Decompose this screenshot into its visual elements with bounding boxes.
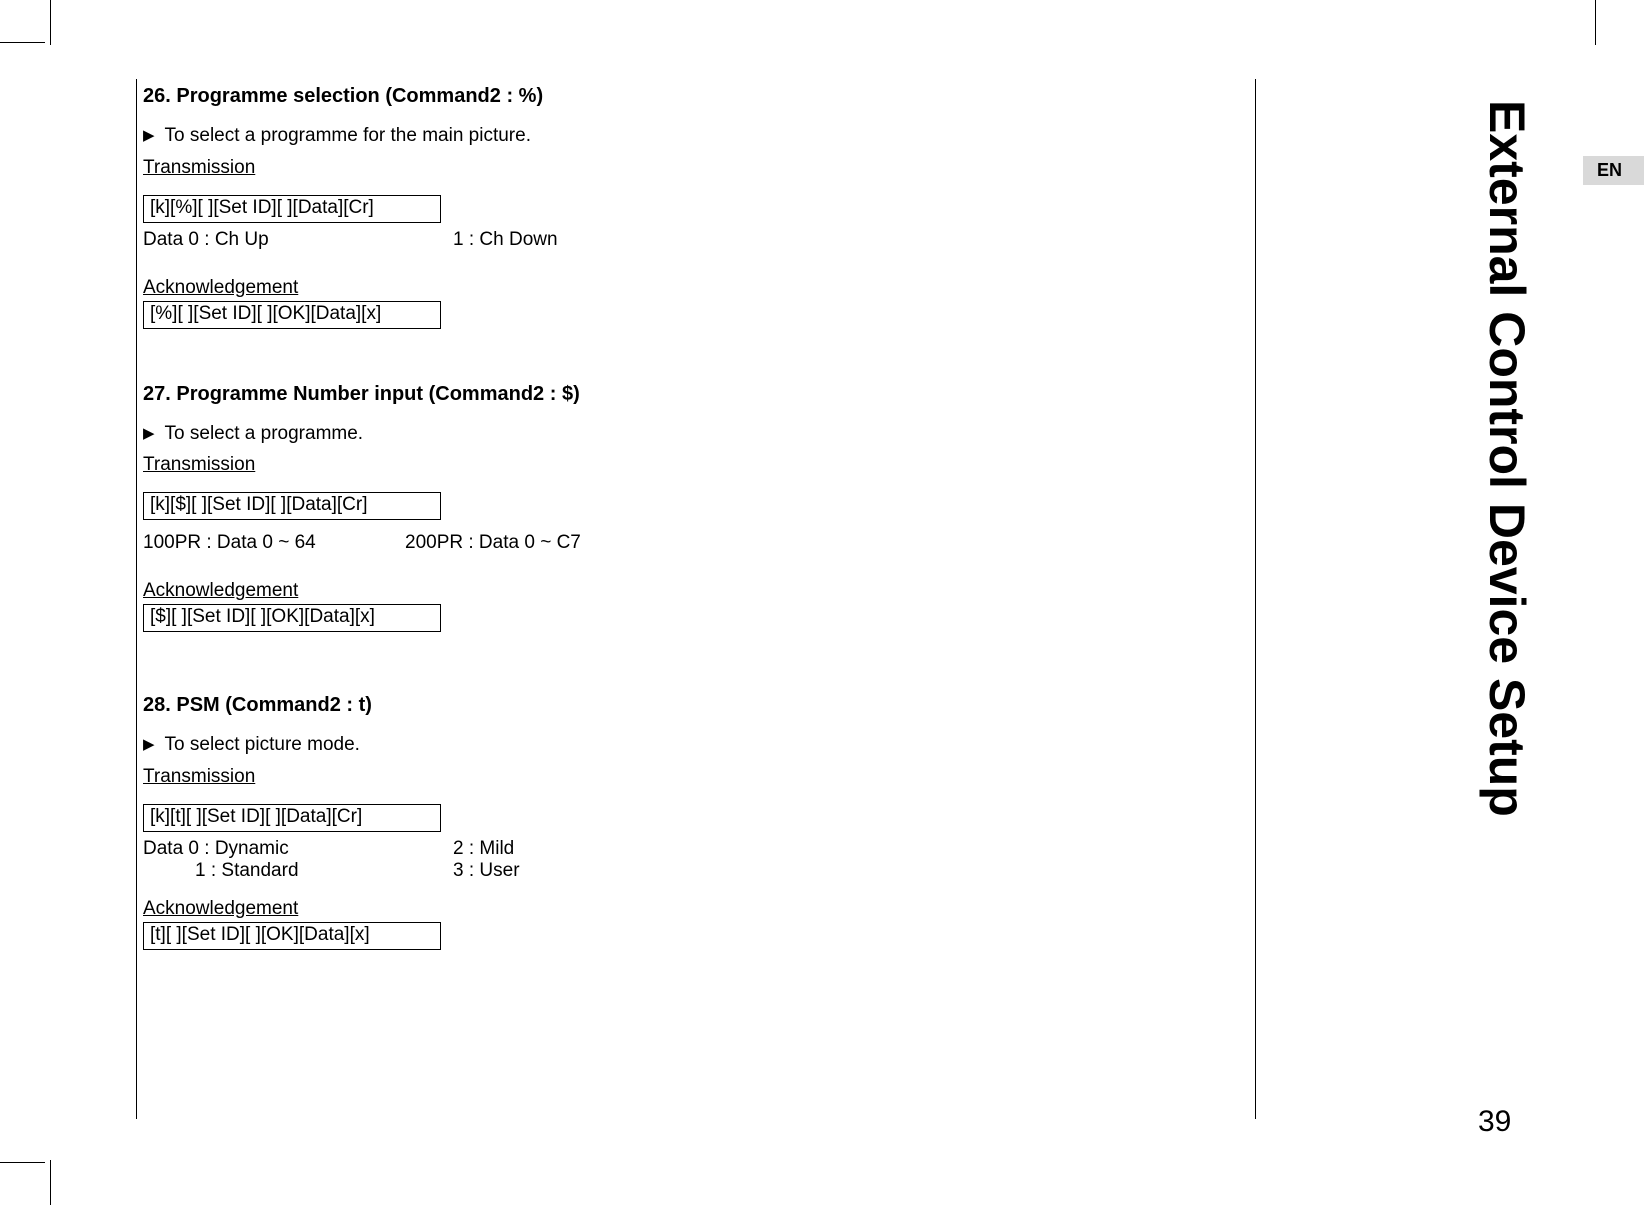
ack-command: [%][ ][Set ID][ ][OK][Data][x] [143, 301, 441, 329]
section-desc-row: ▶ To select a programme for the main pic… [143, 124, 1235, 149]
triangle-icon: ▶ [143, 424, 155, 442]
section-desc: To select picture mode. [165, 733, 360, 758]
data-right: 2 : Mild [453, 838, 514, 860]
section-26: 26. Programme selection (Command2 : %) ▶… [143, 85, 1235, 329]
section-27: 27. Programme Number input (Command2 : $… [143, 383, 1235, 633]
data-right: 3 : User [453, 860, 520, 882]
page-side-title: External Control Device Setup [1478, 100, 1536, 817]
section-title: 26. Programme selection (Command2 : %) [143, 85, 1235, 108]
data-left: Data 0 : Dynamic [143, 838, 453, 860]
data-left: 1 : Standard [143, 860, 453, 882]
section-desc-row: ▶ To select picture mode. [143, 733, 1235, 758]
data-left: 100PR : Data 0 ~ 64 [143, 532, 405, 554]
data-row: Data 0 : Dynamic 2 : Mild [143, 838, 1235, 860]
data-row: 1 : Standard 3 : User [143, 860, 1235, 882]
section-title: 27. Programme Number input (Command2 : $… [143, 383, 1235, 406]
crop-mark [50, 1160, 51, 1205]
ack-label: Acknowledgement [143, 277, 298, 299]
page-number: 39 [1478, 1105, 1511, 1139]
crop-mark [1595, 0, 1596, 45]
data-right: 1 : Ch Down [453, 229, 558, 251]
ack-label: Acknowledgement [143, 898, 298, 920]
data-right: 200PR : Data 0 ~ C7 [405, 532, 581, 554]
section-desc: To select a programme for the main pictu… [165, 124, 531, 149]
transmission-command: [k][t][ ][Set ID][ ][Data][Cr] [143, 804, 441, 832]
section-desc: To select a programme. [165, 422, 364, 447]
transmission-command: [k][%][ ][Set ID][ ][Data][Cr] [143, 195, 441, 223]
data-row: Data 0 : Ch Up 1 : Ch Down [143, 229, 1235, 251]
triangle-icon: ▶ [143, 126, 155, 144]
data-left: Data 0 : Ch Up [143, 229, 453, 251]
triangle-icon: ▶ [143, 735, 155, 753]
section-desc-row: ▶ To select a programme. [143, 422, 1235, 447]
content-column: 26. Programme selection (Command2 : %) ▶… [136, 79, 1256, 1119]
ack-label: Acknowledgement [143, 580, 298, 602]
transmission-label: Transmission [143, 454, 255, 476]
transmission-command: [k][$][ ][Set ID][ ][Data][Cr] [143, 492, 441, 520]
crop-mark [50, 0, 51, 45]
section-28: 28. PSM (Command2 : t) ▶ To select pictu… [143, 694, 1235, 950]
crop-mark [0, 42, 45, 43]
crop-mark [0, 1162, 45, 1163]
ack-command: [$][ ][Set ID][ ][OK][Data][x] [143, 604, 441, 632]
ack-command: [t][ ][Set ID][ ][OK][Data][x] [143, 922, 441, 950]
section-title: 28. PSM (Command2 : t) [143, 694, 1235, 717]
transmission-label: Transmission [143, 766, 255, 788]
language-tab: EN [1583, 156, 1644, 185]
data-row: 100PR : Data 0 ~ 64 200PR : Data 0 ~ C7 [143, 532, 1235, 554]
transmission-label: Transmission [143, 157, 255, 179]
